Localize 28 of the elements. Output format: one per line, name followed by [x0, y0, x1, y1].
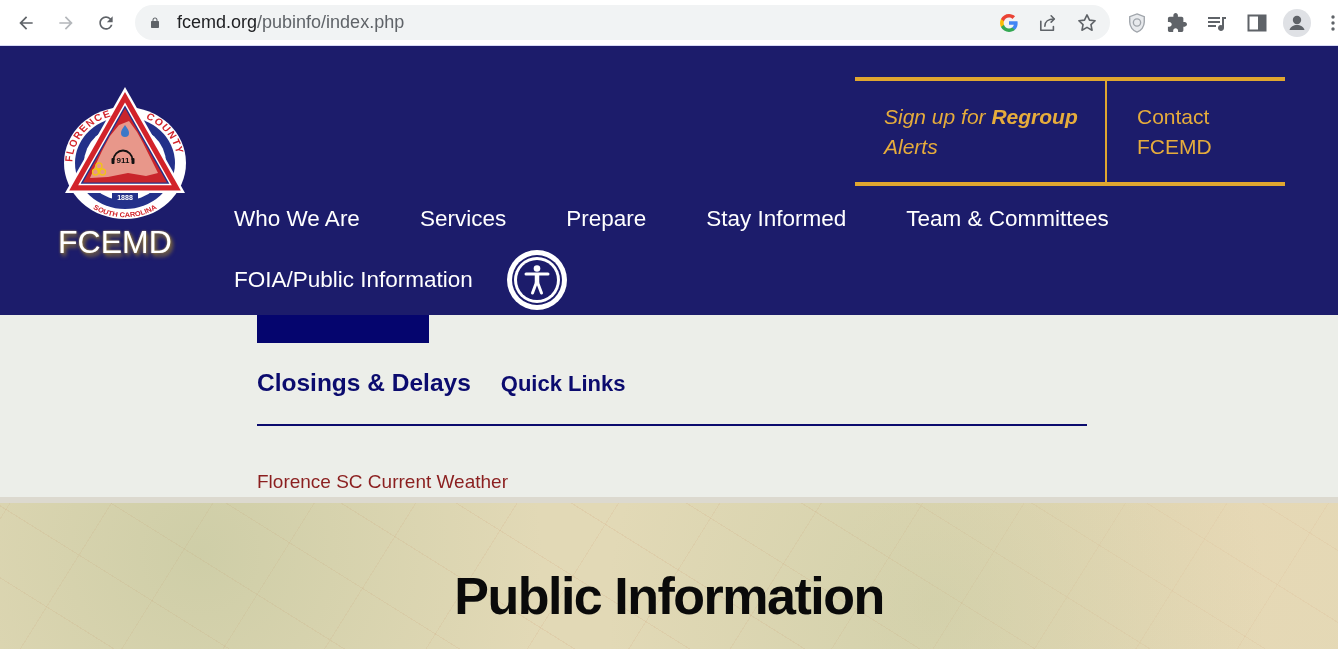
trefoil-icon [91, 162, 107, 176]
weather-link[interactable]: Florence SC Current Weather [257, 470, 508, 494]
address-bar[interactable]: fcemd.org/pubinfo/index.php [135, 5, 1110, 40]
share-icon[interactable] [1039, 13, 1057, 32]
nav-link[interactable]: FOIA/Public Information [234, 265, 473, 295]
avatar-icon[interactable] [1283, 8, 1311, 37]
accessibility-icon[interactable] [506, 250, 567, 310]
logo-wordmark[interactable]: FCEMD [58, 224, 172, 260]
contact-link[interactable]: Contact FCEMD [1137, 101, 1245, 162]
drop-icon [121, 125, 129, 137]
page-title: Public Information [454, 566, 884, 627]
g-logo-icon[interactable] [1000, 13, 1018, 32]
nav-link[interactable]: Team & Committees [906, 204, 1109, 234]
section-link[interactable]: Closings & Delays [257, 368, 471, 398]
menu-icon[interactable] [1331, 14, 1335, 31]
nav-link[interactable]: Prepare [566, 204, 647, 234]
url-text: fcemd.org/pubinfo/index.php [177, 12, 405, 33]
nav-link[interactable]: Who We Are [234, 204, 360, 234]
puzzle-icon[interactable] [1167, 12, 1187, 33]
nav-link[interactable]: Services [419, 204, 507, 234]
lock-icon[interactable] [149, 15, 161, 30]
seal-text: 911 [116, 155, 130, 165]
star-icon[interactable] [1078, 13, 1096, 32]
section-link[interactable]: Quick Links [500, 369, 626, 399]
alert-signup-link[interactable]: Sign up for Regroup Alerts [884, 101, 1087, 162]
side-panel-icon[interactable] [1247, 12, 1267, 33]
headset-icon [111, 149, 135, 164]
nav-link[interactable]: Stay Informed [706, 204, 847, 234]
